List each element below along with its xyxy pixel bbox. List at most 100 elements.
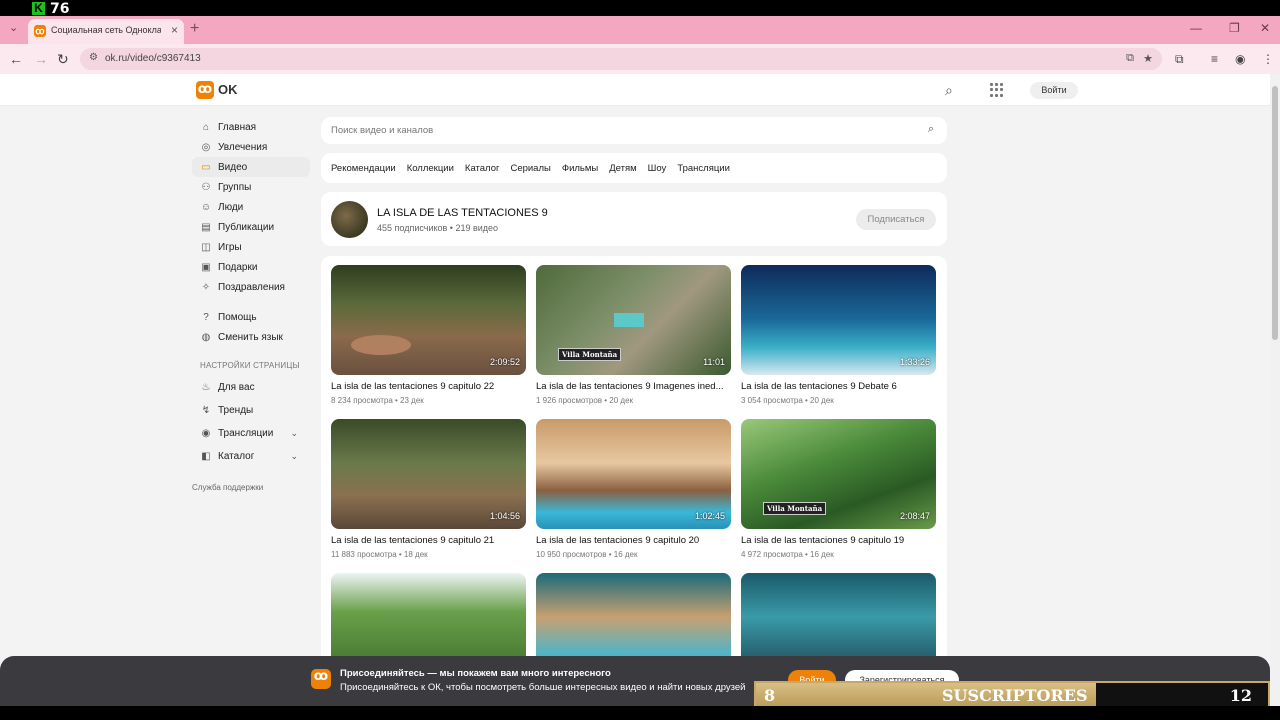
video-thumbnail[interactable]: Villa Montaña 11:01	[536, 265, 731, 375]
sidebar-item-publications[interactable]: ▤ Публикации	[192, 217, 310, 237]
tab-recommendations[interactable]: Рекомендации	[331, 163, 396, 174]
apps-grid-icon[interactable]	[990, 83, 1004, 97]
video-card[interactable]: Villa Montaña 2:08:47 La isla de las ten…	[741, 419, 936, 559]
video-duration: 2:08:47	[899, 511, 930, 521]
header-search-icon[interactable]: ⌕	[945, 82, 953, 99]
search-icon[interactable]: ⌕	[928, 123, 934, 136]
browser-tab[interactable]: ꝏ Социальная сеть Одноклассники ×	[28, 19, 184, 44]
url-field[interactable]: ⚙ ok.ru/video/c9367413 ⧉ ★	[80, 48, 1162, 70]
sidebar-item-gifts[interactable]: ▣ Подарки	[192, 257, 310, 277]
gifts-icon: ▣	[201, 261, 211, 273]
chevron-down-icon[interactable]: ⌄	[290, 428, 298, 439]
sidebar-item-groups[interactable]: ⚇ Группы	[192, 177, 310, 197]
tab-series[interactable]: Сериалы	[510, 163, 550, 174]
video-card[interactable]: 2:09:52 La isla de las tentaciones 9 cap…	[331, 265, 526, 405]
villa-watermark: Villa Montaña	[763, 502, 827, 515]
reload-icon[interactable]: ↻	[57, 51, 69, 68]
tab-close-icon[interactable]: ×	[171, 23, 178, 37]
support-link[interactable]: Служба поддержки	[192, 483, 310, 492]
thumbnail-pool	[614, 313, 644, 327]
video-title[interactable]: La isla de las tentaciones 9 capitulo 19	[741, 535, 936, 546]
help-icon: ?	[203, 311, 209, 323]
video-title[interactable]: La isla de las tentaciones 9 capitulo 21	[331, 535, 526, 546]
minimize-icon[interactable]: —	[1190, 21, 1202, 35]
tab-kids[interactable]: Детям	[609, 163, 636, 174]
video-meta: 1 926 просмотров • 20 дек	[536, 396, 634, 405]
video-title[interactable]: La isla de las tentaciones 9 Imagenes in…	[536, 381, 731, 392]
video-duration: 1:04:56	[489, 511, 520, 521]
browser-tab-bar: ⌄ ꝏ Социальная сеть Одноклассники × + — …	[0, 16, 1280, 44]
window-close-icon[interactable]: ✕	[1260, 21, 1270, 35]
video-icon: ▭	[201, 161, 211, 173]
site-info-icon[interactable]: ⚙	[89, 52, 98, 63]
sidebar-item-language[interactable]: ◍ Сменить язык	[192, 327, 310, 347]
video-thumbnail[interactable]: 1:04:56	[331, 419, 526, 529]
extensions-icon[interactable]: ⧉	[1175, 52, 1184, 67]
page: ꝏ OK ⌕ Войти ⌂ Главная ◎ Увлечения ▭ Видео …	[0, 74, 1280, 720]
video-meta: 4 972 просмотра • 16 дек	[741, 550, 834, 559]
reading-list-icon[interactable]: ≡	[1211, 52, 1218, 66]
translate-icon[interactable]: ⧉	[1126, 52, 1134, 65]
sidebar-item-home[interactable]: ⌂ Главная	[192, 117, 310, 137]
restore-icon[interactable]: ❐	[1229, 21, 1240, 35]
video-title[interactable]: La isla de las tentaciones 9 Debate 6	[741, 381, 936, 392]
address-bar-row: ← → ↻ ⚙ ok.ru/video/c9367413 ⧉ ★ ⧉ ≡ ◉ ⋮	[0, 44, 1280, 74]
tab-search-icon[interactable]: ⌄	[9, 21, 18, 34]
video-title[interactable]: La isla de las tentaciones 9 capitulo 22	[331, 381, 526, 392]
site-logo-text[interactable]: OK	[218, 82, 238, 97]
video-card[interactable]: 1:33:26 La isla de las tentaciones 9 Deb…	[741, 265, 936, 405]
scrollbar-thumb[interactable]	[1272, 86, 1278, 340]
video-meta: 11 883 просмотра • 18 дек	[331, 550, 428, 559]
sidebar-item-video[interactable]: ▭ Видео	[192, 157, 310, 177]
chevron-down-icon[interactable]: ⌄	[290, 451, 298, 462]
tab-collections[interactable]: Коллекции	[407, 163, 454, 174]
sidebar-item-people[interactable]: ☺ Люди	[192, 197, 310, 217]
profile-icon[interactable]: ◉	[1235, 52, 1245, 66]
sidebar-item-congrats[interactable]: ✧ Поздравления	[192, 277, 310, 297]
page-scrollbar[interactable]	[1270, 74, 1280, 720]
home-icon: ⌂	[202, 121, 210, 133]
sidebar-item-games[interactable]: ◫ Игры	[192, 237, 310, 257]
channel-avatar[interactable]	[331, 201, 368, 238]
tab-movies[interactable]: Фильмы	[562, 163, 598, 174]
bookmark-star-icon[interactable]: ★	[1143, 52, 1153, 65]
sidebar-item-trends[interactable]: ↯ Тренды	[192, 399, 310, 422]
subscribers-right-number: 12	[1229, 686, 1252, 705]
sidebar-item-hobbies[interactable]: ◎ Увлечения	[192, 137, 310, 157]
tab-catalog[interactable]: Каталог	[465, 163, 500, 174]
sidebar-item-catalog[interactable]: ◧ Каталог ⌄	[192, 445, 310, 468]
menu-icon[interactable]: ⋮	[1262, 52, 1274, 66]
sidebar-item-help[interactable]: ? Помощь	[192, 307, 310, 327]
video-card[interactable]: 1:04:56 La isla de las tentaciones 9 cap…	[331, 419, 526, 559]
ok-favicon-icon: ꝏ	[34, 25, 46, 37]
subscribers-label: SUSCRIPTORES	[942, 686, 1088, 705]
subscribe-button[interactable]: Подписаться	[856, 209, 936, 230]
video-card[interactable]: Villa Montaña 11:01 La isla de las tenta…	[536, 265, 731, 405]
video-thumbnail[interactable]: 2:09:52	[331, 265, 526, 375]
broadcast-icon: ◉	[201, 428, 211, 439]
video-thumbnail[interactable]: 1:33:26	[741, 265, 936, 375]
video-thumbnail[interactable]: Villa Montaña 2:08:47	[741, 419, 936, 529]
new-tab-icon[interactable]: +	[190, 20, 199, 38]
header-login-button[interactable]: Войти	[1030, 82, 1078, 99]
thumbnail-scene	[351, 335, 411, 355]
video-search-input[interactable]: Поиск видео и каналов ⌕	[321, 117, 947, 144]
sidebar-item-for-you[interactable]: ♨ Для вас	[192, 376, 310, 399]
hobby-icon: ◎	[201, 141, 211, 153]
ok-logo-icon[interactable]: ꝏ	[196, 81, 214, 99]
tab-shows[interactable]: Шоу	[648, 163, 667, 174]
video-title[interactable]: La isla de las tentaciones 9 capitulo 20	[536, 535, 731, 546]
back-icon[interactable]: ←	[9, 51, 23, 67]
video-thumbnail[interactable]: 1:02:45	[536, 419, 731, 529]
banner-text: Присоединяйтесь к ОК, чтобы посмотреть б…	[340, 682, 746, 693]
forward-icon[interactable]: →	[34, 51, 48, 67]
channel-header: LA ISLA DE LAS TENTACIONES 9 455 подписч…	[321, 192, 947, 246]
channel-name[interactable]: LA ISLA DE LAS TENTACIONES 9	[377, 207, 548, 219]
overlay-count: 76	[50, 1, 70, 17]
subscribers-left-number: 8	[764, 686, 776, 705]
banner-title: Присоединяйтесь — мы покажем вам много и…	[340, 668, 611, 679]
tab-broadcasts[interactable]: Трансляции	[677, 163, 730, 174]
video-card[interactable]: 1:02:45 La isla de las tentaciones 9 cap…	[536, 419, 731, 559]
video-nav-tabs: Рекомендации Коллекции Каталог Сериалы Ф…	[321, 153, 947, 183]
sidebar-item-broadcasts[interactable]: ◉ Трансляции ⌄	[192, 422, 310, 445]
